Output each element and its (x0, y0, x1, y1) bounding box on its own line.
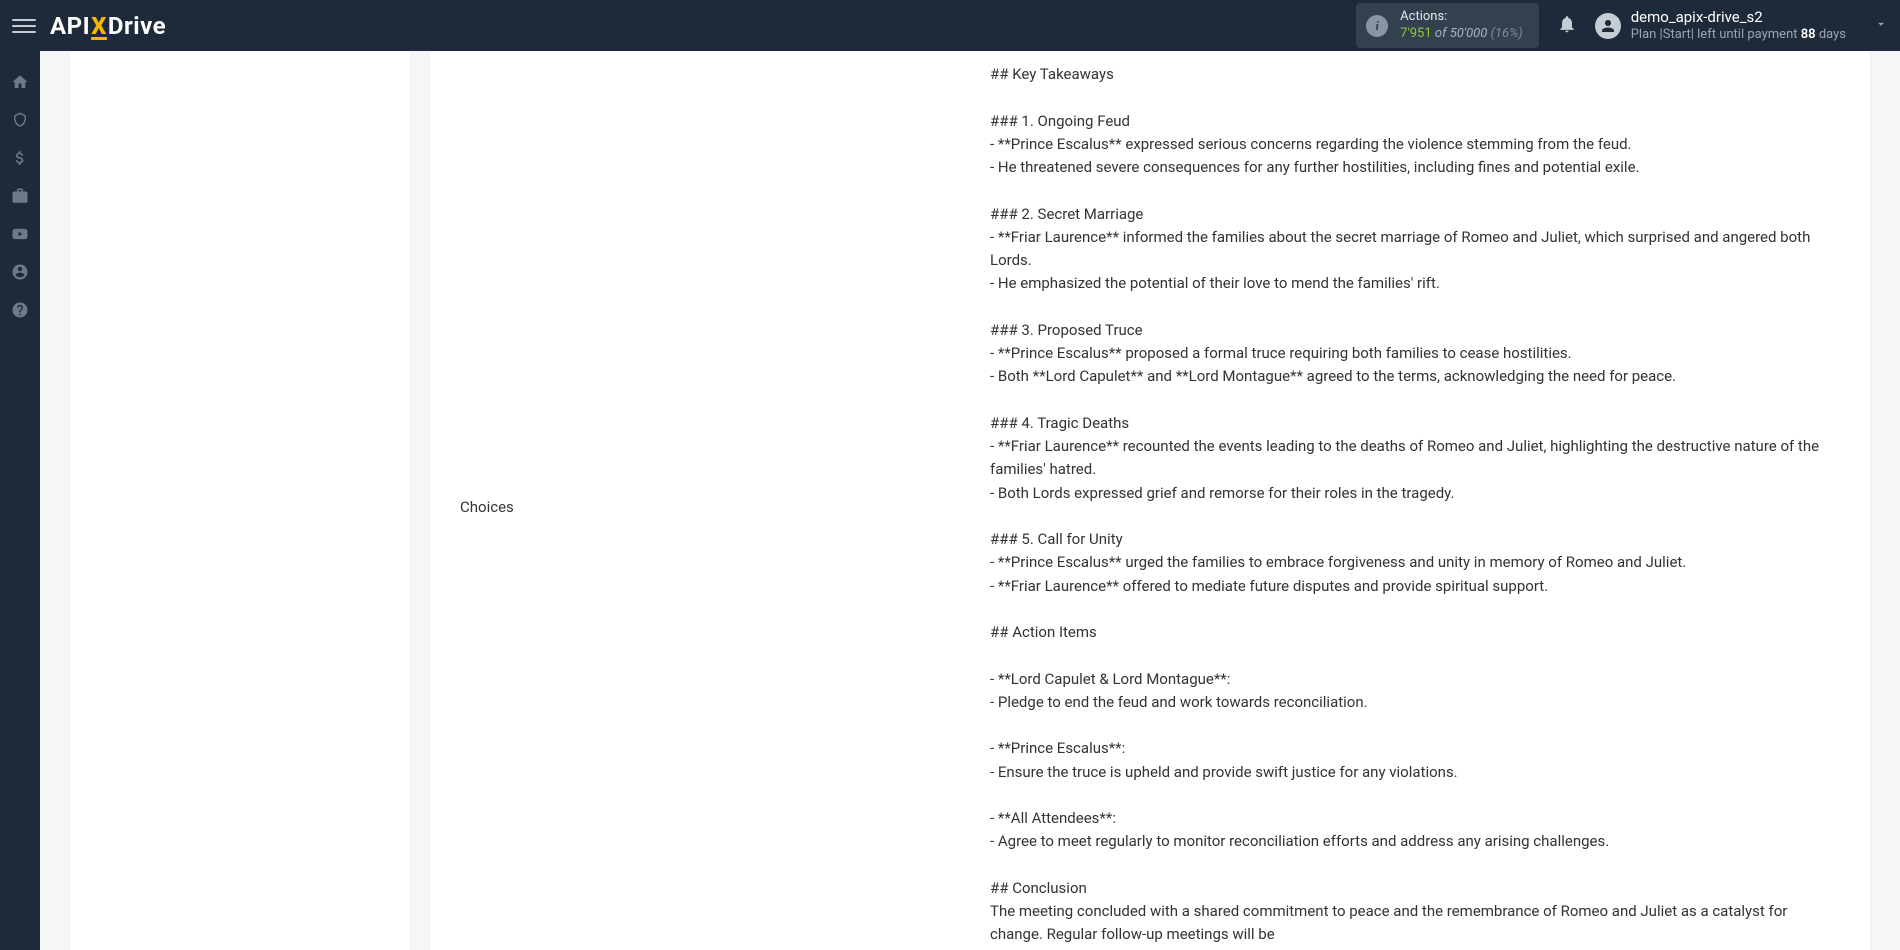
info-icon: i (1366, 15, 1388, 37)
menu-toggle-button[interactable] (12, 14, 36, 38)
sidebar-item-account[interactable] (0, 253, 40, 291)
avatar-icon (1595, 13, 1621, 39)
actions-stats: 7'951 of 50'000 (16%) (1400, 26, 1523, 43)
sidebar-item-help[interactable] (0, 291, 40, 329)
user-text: demo_apix-drive_s2 Plan |Start| left unt… (1631, 8, 1846, 43)
field-label: Choices (460, 63, 950, 947)
topbar-right: i Actions: 7'951 of 50'000 (16%) demo_ap… (1356, 3, 1888, 49)
actions-pct: (16%) (1491, 26, 1523, 41)
actions-of: of (1435, 26, 1447, 41)
field-value: ## Key Takeaways ### 1. Ongoing Feud - *… (990, 63, 1840, 947)
user-plan: Plan |Start| left until payment 88 days (1631, 27, 1846, 43)
actions-label: Actions: (1400, 9, 1523, 26)
chevron-down-icon (1856, 16, 1888, 35)
sidebar-item-billing[interactable] (0, 139, 40, 177)
cards-row: Choices ## Key Takeaways ### 1. Ongoing … (70, 51, 1870, 950)
actions-total: 50'000 (1450, 26, 1488, 41)
logo[interactable]: APIXDrive (50, 12, 166, 40)
actions-used: 7'951 (1400, 26, 1432, 41)
right-panel: Choices ## Key Takeaways ### 1. Ongoing … (430, 51, 1870, 950)
user-name: demo_apix-drive_s2 (1631, 8, 1846, 27)
field-row: Choices ## Key Takeaways ### 1. Ongoing … (460, 63, 1840, 947)
sidebar-item-home[interactable] (0, 63, 40, 101)
user-menu[interactable]: demo_apix-drive_s2 Plan |Start| left unt… (1595, 8, 1888, 43)
logo-api: API (50, 12, 90, 40)
sidebar-item-connections[interactable] (0, 101, 40, 139)
sidebar-item-video[interactable] (0, 215, 40, 253)
main-content: Choices ## Key Takeaways ### 1. Ongoing … (40, 51, 1900, 950)
actions-text: Actions: 7'951 of 50'000 (16%) (1400, 9, 1523, 43)
sidebar-item-marketplace[interactable] (0, 177, 40, 215)
left-panel (70, 51, 410, 950)
actions-box[interactable]: i Actions: 7'951 of 50'000 (16%) (1356, 3, 1539, 49)
notifications-icon[interactable] (1557, 14, 1577, 38)
logo-drive: Drive (108, 12, 166, 40)
topbar: APIXDrive i Actions: 7'951 of 50'000 (16… (0, 0, 1900, 51)
sidebar (0, 51, 40, 950)
logo-x: X (91, 12, 107, 40)
layout: Choices ## Key Takeaways ### 1. Ongoing … (0, 51, 1900, 950)
